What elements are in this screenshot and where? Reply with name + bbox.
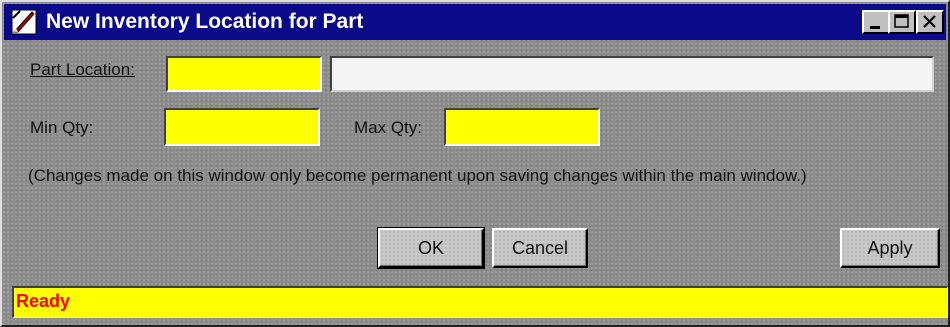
part-location-description-field xyxy=(330,56,934,92)
save-note: (Changes made on this window only become… xyxy=(28,166,807,185)
max-qty-input[interactable] xyxy=(444,108,600,146)
close-button[interactable] xyxy=(916,10,944,34)
maximize-icon xyxy=(894,14,909,28)
minimize-button[interactable] xyxy=(862,10,890,34)
close-icon xyxy=(923,15,936,28)
cancel-button[interactable]: Cancel xyxy=(492,228,588,268)
title-bar[interactable]: New Inventory Location for Part xyxy=(4,4,946,40)
max-qty-label: Max Qty: xyxy=(354,118,423,137)
status-bar: Ready xyxy=(12,286,948,318)
minimize-icon xyxy=(870,26,880,29)
apply-button[interactable]: Apply xyxy=(840,228,940,268)
part-location-label: Part Location: xyxy=(30,60,135,79)
part-location-input[interactable] xyxy=(166,56,322,92)
maximize-button[interactable] xyxy=(888,10,916,34)
pencil-ruler-icon xyxy=(10,8,38,36)
ok-button[interactable]: OK xyxy=(377,227,485,269)
min-qty-input[interactable] xyxy=(164,108,320,146)
window-title: New Inventory Location for Part xyxy=(46,10,364,33)
inventory-location-window: New Inventory Location for Part Part Loc… xyxy=(0,0,950,327)
min-qty-label: Min Qty: xyxy=(30,118,94,137)
status-text: Ready xyxy=(16,291,71,311)
